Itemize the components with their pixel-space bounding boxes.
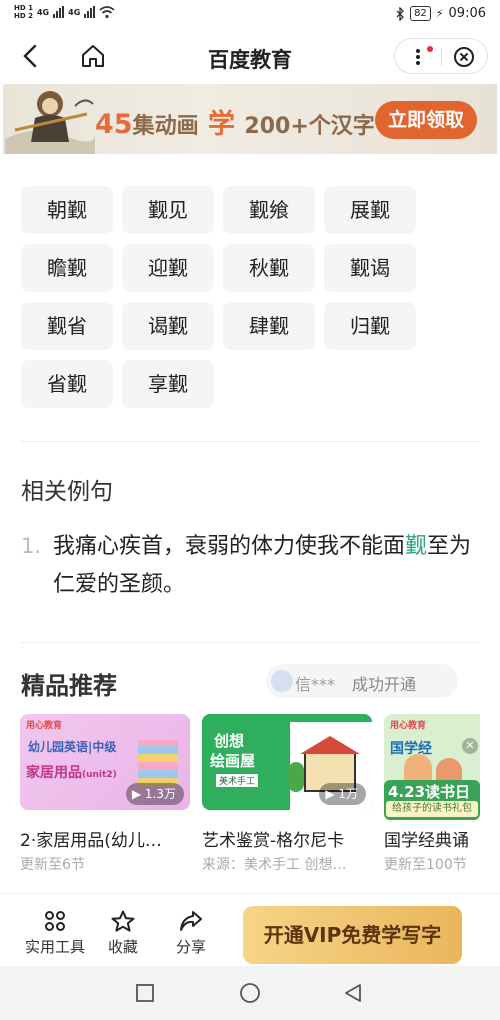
course-card-thumbnail[interactable]: 用心教育 幼儿园英语|中级 家居用品(unit2) ▶ 1.3万 xyxy=(20,714,190,810)
recommend-title: 精品推荐 xyxy=(21,672,117,700)
word-chip[interactable]: 肆觐 xyxy=(223,302,315,350)
signal-icon-2 xyxy=(84,6,96,18)
system-nav-bar xyxy=(0,966,500,1020)
tools-label: 实用工具 xyxy=(24,938,85,956)
promo-banner[interactable]: 45集动画 学 200+个汉字 立即领取 xyxy=(3,84,497,154)
thumbnail-caption: 幼儿园英语|中级 xyxy=(28,740,117,754)
claim-now-button[interactable]: 立即领取 xyxy=(375,101,477,139)
star-icon xyxy=(111,910,135,932)
word-chip[interactable]: 归觐 xyxy=(324,302,416,350)
course-card-subtitle: 更新至6节 xyxy=(20,857,85,873)
signal-icon xyxy=(53,6,65,18)
examples-title: 相关例句 xyxy=(21,479,113,505)
word-chip[interactable]: 享觐 xyxy=(122,360,214,408)
view-count: ▶ 1万 xyxy=(319,783,366,805)
back-nav-icon[interactable] xyxy=(344,983,362,1003)
close-icon[interactable]: ✕ xyxy=(462,738,478,754)
favorite-label: 收藏 xyxy=(107,938,138,956)
network-type: 4G xyxy=(36,7,50,17)
word-chip[interactable]: 迎觐 xyxy=(122,244,214,292)
network-type-2: 4G xyxy=(68,7,81,17)
share-label: 分享 xyxy=(175,938,206,956)
thumbnail-caption: 美术手工 xyxy=(216,774,259,787)
example-number: 1. xyxy=(21,534,42,558)
monkey-king-illustration xyxy=(5,91,95,154)
battery-level: 82 xyxy=(410,6,431,21)
thumbnail-caption: 绘画屋 xyxy=(210,752,256,770)
grid-icon xyxy=(45,911,65,931)
banner-headline: 45集动画 学 200+个汉字 xyxy=(95,109,375,140)
vip-activity-ticker: 信*** 成功开通 xyxy=(266,664,458,698)
vip-subscribe-button[interactable]: 开通VIP免费学写字 xyxy=(243,906,462,964)
section-divider xyxy=(20,441,480,442)
section-divider xyxy=(20,642,480,643)
course-card-title[interactable]: 2·家居用品(幼儿… xyxy=(20,826,190,851)
word-chip[interactable]: 觐谒 xyxy=(324,244,416,292)
word-chip[interactable]: 瞻觐 xyxy=(21,244,113,292)
brand-logo: 用心教育 xyxy=(390,721,427,731)
word-chip[interactable]: 觐省 xyxy=(21,302,113,350)
word-chip[interactable]: 觐飨 xyxy=(223,186,315,234)
course-card-subtitle: 来源：美术手工 创想… xyxy=(202,857,347,873)
clock: 09:06 xyxy=(448,6,486,21)
thumbnail-caption: 创想 xyxy=(214,732,245,750)
towels-illustration xyxy=(138,740,178,786)
charging-icon: ⚡ xyxy=(435,7,444,20)
bluetooth-icon xyxy=(396,6,404,21)
word-chip[interactable]: 觐见 xyxy=(122,186,214,234)
course-card-title[interactable]: 国学经典诵 xyxy=(384,826,480,851)
word-chip[interactable]: 展觐 xyxy=(324,186,416,234)
brand-logo: 用心教育 xyxy=(26,721,63,731)
word-chip[interactable]: 谒觐 xyxy=(122,302,214,350)
favorite-button[interactable]: 收藏 xyxy=(90,910,156,957)
word-chip[interactable]: 朝觐 xyxy=(21,186,113,234)
close-icon[interactable] xyxy=(453,46,475,68)
bottom-bar-divider xyxy=(0,893,500,894)
course-card-title[interactable]: 艺术鉴赏-格尔尼卡 xyxy=(202,826,372,851)
example-sentence: 我痛心疾首，衰弱的体力使我不能面觐至为仁爱的圣颜。 xyxy=(53,534,472,597)
word-chip[interactable]: 秋觐 xyxy=(223,244,315,292)
avatar xyxy=(271,670,293,692)
home-nav-icon[interactable] xyxy=(239,982,261,1004)
ticker-user: 信*** xyxy=(295,675,336,694)
notification-dot xyxy=(427,46,433,52)
thumbnail-caption: 家居用品(unit2) xyxy=(26,765,117,781)
share-button[interactable]: 分享 xyxy=(158,910,224,957)
course-card-thumbnail[interactable]: 创想 绘画屋 美术手工 ▶ 1万 xyxy=(202,714,372,810)
highlighted-word[interactable]: 觐 xyxy=(405,534,427,559)
course-card-subtitle: 更新至100节 xyxy=(384,857,467,873)
status-bar: HD 1 HD 2 4G 4G 82 ⚡ 09:06 xyxy=(0,0,500,32)
promo-overlay[interactable]: 4.23读书日 给孩子的读书礼包 xyxy=(384,780,480,820)
capsule-divider xyxy=(441,48,442,66)
word-chip[interactable]: 省觐 xyxy=(21,360,113,408)
promo-title: 4.23读书日 xyxy=(388,783,471,801)
share-icon xyxy=(180,911,202,931)
mini-program-capsule xyxy=(394,38,488,74)
sim-indicator: HD 1 HD 2 xyxy=(14,4,33,20)
ticker-message: 成功开通 xyxy=(352,675,417,694)
wifi-icon xyxy=(99,5,115,18)
recent-apps-icon[interactable] xyxy=(136,984,154,1002)
nav-bar: 百度教育 xyxy=(0,32,500,82)
view-count: ▶ 1.3万 xyxy=(125,783,184,805)
more-icon[interactable] xyxy=(415,48,421,66)
promo-subtitle: 给孩子的读书礼包 xyxy=(386,801,478,817)
tools-button[interactable]: 实用工具 xyxy=(22,910,88,957)
